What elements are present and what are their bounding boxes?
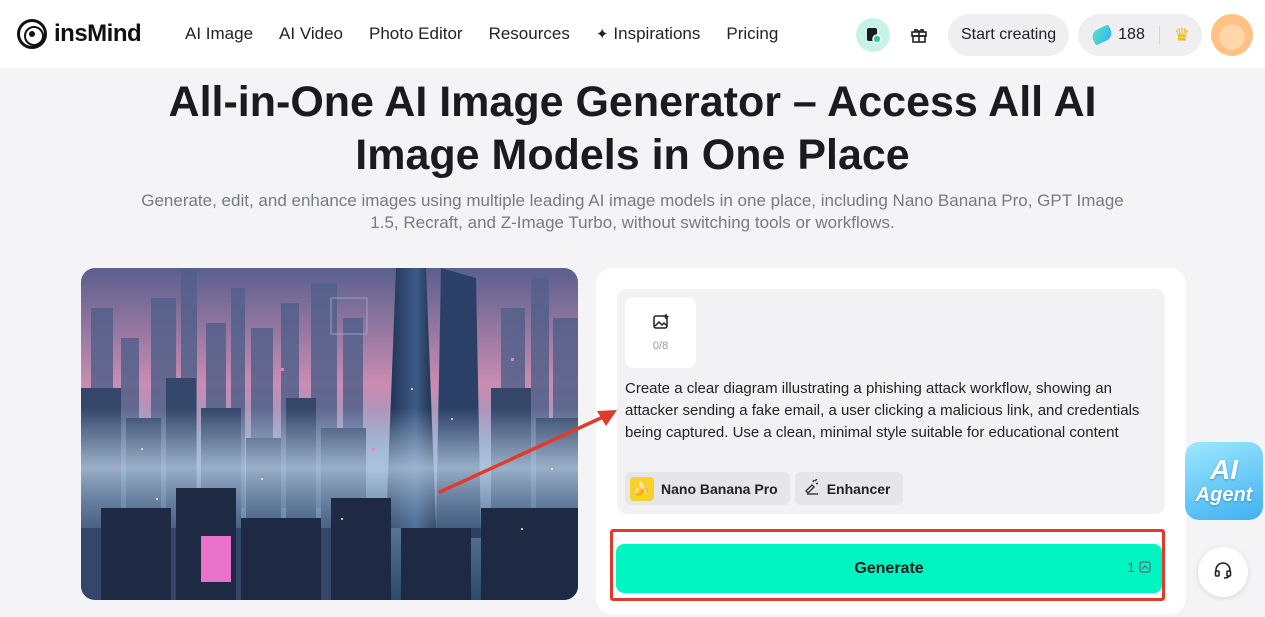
generate-label: Generate — [854, 559, 924, 577]
model-selector-chip[interactable]: 🍌 Nano Banana Pro — [625, 472, 790, 505]
ai-agent-label-line1: AI — [1210, 454, 1238, 485]
page-title-line1: All-in-One AI Image Generator – Access A… — [168, 78, 1097, 126]
model-label: Nano Banana Pro — [661, 480, 778, 497]
gem-icon — [1090, 24, 1115, 46]
start-creating-button[interactable]: Start creating — [948, 14, 1070, 56]
avatar[interactable] — [1211, 14, 1253, 56]
app-download-icon[interactable] — [856, 18, 890, 52]
brand-logo[interactable]: insMind — [17, 19, 142, 49]
insmind-logo-icon — [17, 19, 47, 49]
generate-cost: 1 — [1127, 559, 1152, 575]
image-upload-button[interactable]: 0/8 — [625, 297, 696, 368]
ai-agent-label-line2: Agent — [1195, 484, 1253, 506]
nav-ai-image[interactable]: AI Image — [185, 24, 253, 44]
nav-resources[interactable]: Resources — [489, 24, 570, 44]
sparkle-icon: ✦ — [595, 26, 609, 43]
nav-photo-editor[interactable]: Photo Editor — [369, 24, 463, 44]
generate-button[interactable]: Generate 1 — [616, 544, 1162, 593]
generate-cost-value: 1 — [1127, 559, 1135, 575]
nav-inspirations-label: Inspirations — [613, 24, 701, 43]
top-header: insMind AI Image AI Video Photo Editor R… — [0, 0, 1265, 68]
enhancer-label: Enhancer — [826, 480, 891, 497]
image-upload-icon — [652, 313, 670, 336]
credits-count: 188 — [1118, 26, 1145, 43]
page-title-line2: Image Models in One Place — [355, 131, 910, 179]
prompt-box[interactable]: 0/8 Create a clear diagram illustrating … — [617, 289, 1165, 514]
nav-ai-video[interactable]: AI Video — [279, 24, 343, 44]
support-button[interactable] — [1198, 547, 1248, 597]
main-nav: AI Image AI Video Photo Editor Resources… — [185, 24, 804, 44]
prompt-input[interactable]: Create a clear diagram illustrating a ph… — [625, 378, 1155, 444]
page-subtitle: Generate, edit, and enhance images using… — [141, 191, 1124, 232]
header-actions: Start creating 188 ♛ — [856, 14, 1253, 56]
model-chips: 🍌 Nano Banana Pro Enhancer — [625, 472, 903, 505]
nav-inspirations[interactable]: ✦ Inspirations — [596, 24, 701, 44]
enhancer-icon — [804, 478, 820, 498]
brand-name: insMind — [54, 20, 142, 47]
generator-panel: 0/8 Create a clear diagram illustrating … — [596, 268, 1186, 614]
crown-icon: ♛ — [1173, 24, 1190, 45]
sample-image — [81, 268, 578, 600]
upload-count: 0/8 — [652, 340, 669, 352]
ai-agent-button[interactable]: AI Agent — [1185, 442, 1263, 520]
credits-balance[interactable]: 188 ♛ — [1078, 14, 1202, 56]
page-title: All-in-One AI Image Generator – Access A… — [0, 76, 1265, 182]
credit-cost-icon — [1139, 561, 1151, 573]
enhancer-chip[interactable]: Enhancer — [794, 472, 903, 505]
gift-icon[interactable] — [902, 18, 936, 52]
nav-pricing[interactable]: Pricing — [726, 24, 778, 44]
banana-model-icon: 🍌 — [630, 476, 654, 501]
headset-icon — [1213, 560, 1233, 585]
divider — [1158, 26, 1160, 44]
